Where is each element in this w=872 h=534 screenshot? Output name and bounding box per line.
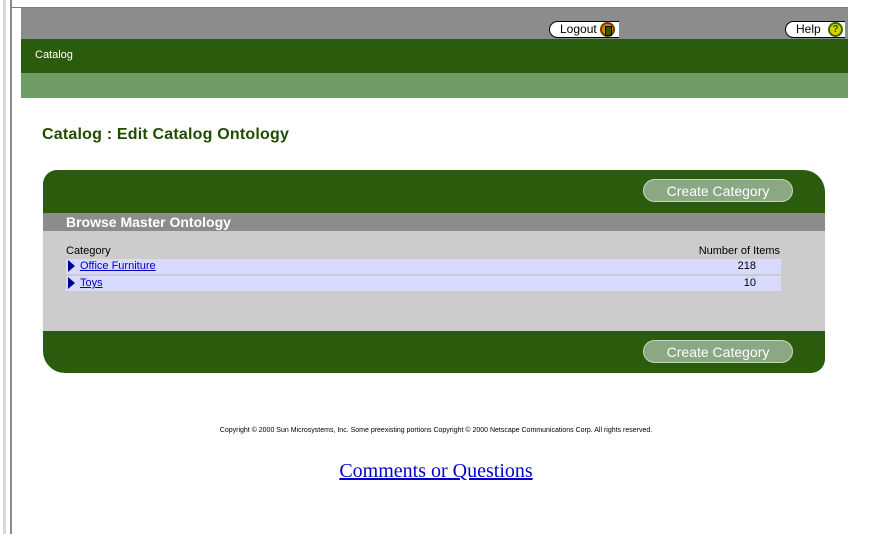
main-nav-bar: Catalog bbox=[21, 39, 848, 73]
category-link[interactable]: Toys bbox=[80, 276, 103, 291]
top-toolbar bbox=[21, 8, 848, 39]
item-count: 218 bbox=[737, 260, 756, 272]
expand-arrow-icon[interactable] bbox=[68, 277, 75, 289]
help-icon: ? bbox=[828, 22, 843, 37]
create-category-button-bottom[interactable]: Create Category bbox=[643, 340, 793, 363]
create-category-button-top[interactable]: Create Category bbox=[643, 179, 793, 202]
section-header: Browse Master Ontology bbox=[43, 213, 825, 231]
expand-arrow-icon[interactable] bbox=[68, 260, 75, 272]
table-row: Office Furniture 218 bbox=[66, 259, 781, 274]
table-row: Toys 10 bbox=[66, 276, 781, 291]
sub-nav-bar bbox=[21, 73, 848, 98]
logout-icon bbox=[600, 22, 615, 37]
help-label: Help bbox=[796, 22, 821, 36]
nav-item-catalog[interactable]: Catalog bbox=[35, 49, 73, 61]
help-button[interactable]: Help ? bbox=[785, 21, 845, 38]
panel-bottom-bar: Create Category bbox=[43, 331, 825, 373]
category-table: Category Number of Items Office Furnitur… bbox=[43, 231, 825, 331]
item-count: 10 bbox=[743, 277, 756, 289]
logout-button[interactable]: Logout bbox=[549, 21, 619, 38]
ontology-panel: Create Category Browse Master Ontology C… bbox=[43, 170, 825, 373]
panel-top-bar: Create Category bbox=[43, 170, 825, 213]
comments-link[interactable]: Comments or Questions bbox=[0, 460, 872, 483]
window-left-border bbox=[0, 0, 12, 534]
page-title: Catalog : Edit Catalog Ontology bbox=[42, 126, 290, 143]
column-header-count: Number of Items bbox=[698, 245, 780, 257]
category-link[interactable]: Office Furniture bbox=[80, 259, 156, 274]
column-header-category: Category bbox=[66, 245, 111, 257]
logout-label: Logout bbox=[560, 22, 597, 36]
section-title: Browse Master Ontology bbox=[66, 214, 231, 230]
copyright-text: Copyright © 2000 Sun Microsystems, Inc. … bbox=[219, 427, 653, 434]
